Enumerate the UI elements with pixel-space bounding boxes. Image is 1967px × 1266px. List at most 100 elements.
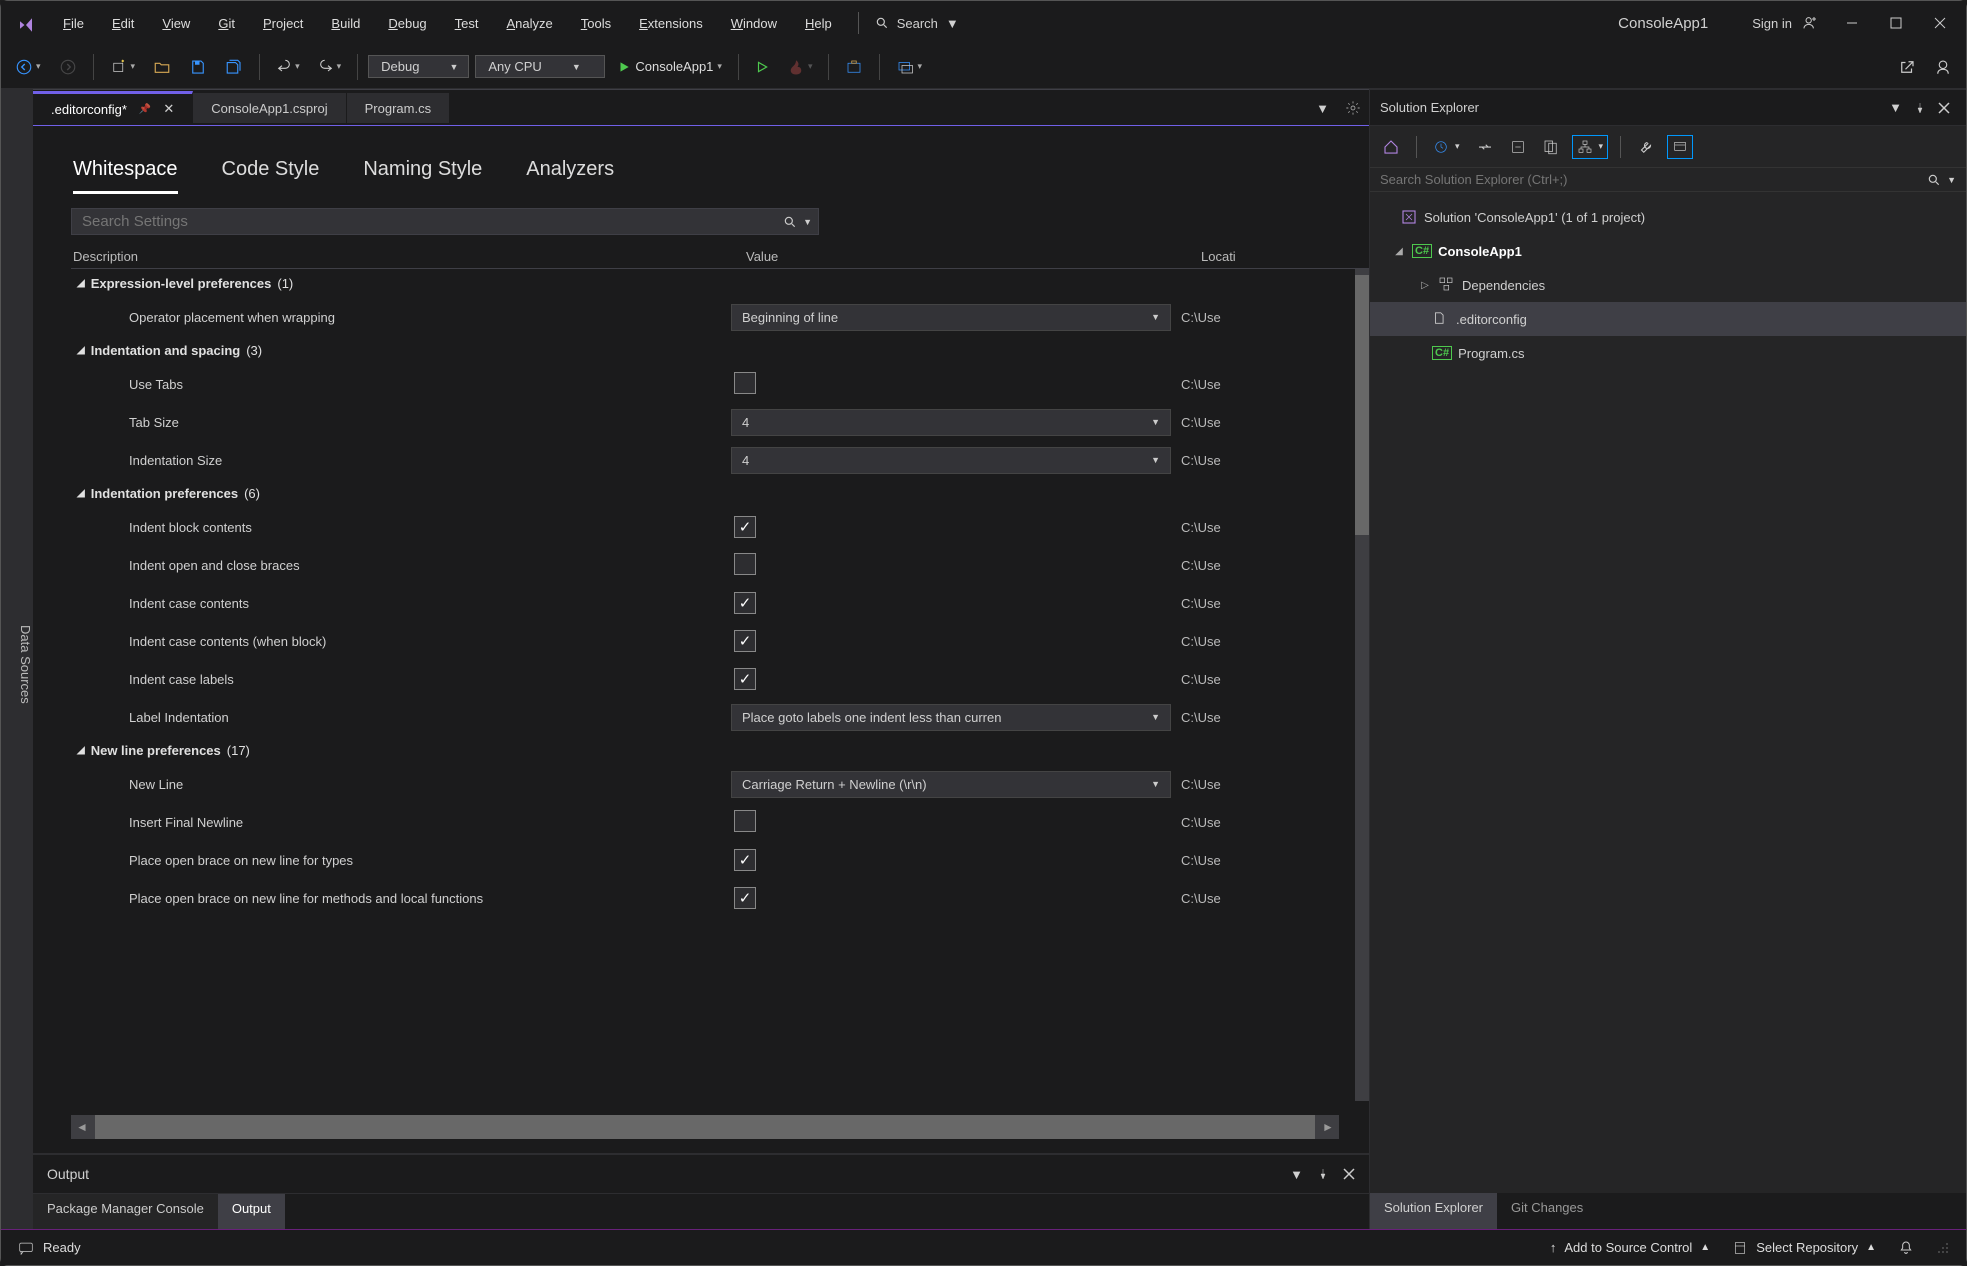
live-share-button[interactable]: ▾ — [890, 54, 928, 80]
tree-file-editorconfig[interactable]: .editorconfig — [1370, 302, 1966, 336]
menu-build[interactable]: Build — [317, 10, 374, 37]
sign-in-button[interactable]: Sign in — [1742, 11, 1828, 35]
menu-help[interactable]: Help — [791, 10, 846, 37]
minimize-button[interactable] — [1832, 9, 1872, 37]
save-button[interactable] — [183, 54, 213, 80]
close-button[interactable] — [1920, 9, 1960, 37]
value-dropdown[interactable]: Beginning of line▼ — [731, 304, 1171, 331]
search-settings-input[interactable]: ▼ — [71, 208, 819, 235]
value-dropdown[interactable]: 4▼ — [731, 409, 1171, 436]
start-wo-debug-button[interactable] — [749, 56, 775, 78]
doc-tab[interactable]: ConsoleApp1.csproj — [193, 93, 346, 123]
tree-dependencies-node[interactable]: ▷ Dependencies — [1370, 268, 1966, 302]
ec-tab-analyzers[interactable]: Analyzers — [526, 154, 614, 194]
title-search[interactable]: Search ▼ — [850, 8, 967, 38]
hot-reload-button[interactable]: ▾ — [781, 54, 819, 80]
expand-icon[interactable]: ◢ — [1392, 246, 1406, 257]
menu-tools[interactable]: Tools — [567, 10, 625, 37]
value-checkbox[interactable] — [734, 553, 756, 575]
settings-group-header[interactable]: ◢New line preferences (17) — [71, 736, 1355, 765]
status-repository[interactable]: Select Repository▲ — [1732, 1240, 1876, 1256]
value-dropdown[interactable]: Place goto labels one indent less than c… — [731, 704, 1171, 731]
sol-preview-button[interactable]: ▾ — [1572, 135, 1609, 159]
share-button[interactable] — [1892, 54, 1922, 80]
menu-git[interactable]: Git — [204, 10, 249, 37]
menu-analyze[interactable]: Analyze — [493, 10, 567, 37]
panel-tab[interactable]: Package Manager Console — [33, 1194, 218, 1229]
sol-close-button[interactable] — [1932, 98, 1956, 118]
sol-preview-selected-button[interactable] — [1667, 135, 1693, 159]
menu-edit[interactable]: Edit — [98, 10, 148, 37]
sol-show-all-button[interactable] — [1538, 134, 1564, 160]
menu-test[interactable]: Test — [441, 10, 493, 37]
maximize-button[interactable] — [1876, 9, 1916, 37]
value-dropdown[interactable]: Carriage Return + Newline (\r\n)▼ — [731, 771, 1171, 798]
ec-tab-code-style[interactable]: Code Style — [222, 154, 320, 194]
panel-tab[interactable]: Output — [218, 1194, 285, 1229]
output-close-button[interactable] — [1343, 1168, 1355, 1180]
settings-group-header[interactable]: ◢Indentation and spacing (3) — [71, 336, 1355, 365]
open-button[interactable] — [147, 54, 177, 80]
menu-extensions[interactable]: Extensions — [625, 10, 717, 37]
sol-pin-button[interactable] — [1908, 98, 1932, 118]
right-panel-tab[interactable]: Solution Explorer — [1370, 1193, 1497, 1229]
sol-pending-button[interactable]: ▾ — [1429, 135, 1464, 159]
value-checkbox[interactable] — [734, 630, 756, 652]
value-checkbox[interactable] — [734, 887, 756, 909]
tree-solution-node[interactable]: Solution 'ConsoleApp1' (1 of 1 project) — [1370, 200, 1966, 234]
settings-group-header[interactable]: ◢Expression-level preferences (1) — [71, 269, 1355, 298]
redo-button[interactable]: ▾ — [312, 55, 348, 79]
tabs-dropdown-button[interactable]: ▼ — [1308, 95, 1337, 122]
status-notifications[interactable] — [1898, 1239, 1914, 1257]
settings-group-header[interactable]: ◢Indentation preferences (6) — [71, 479, 1355, 508]
right-panel-tab[interactable]: Git Changes — [1497, 1193, 1597, 1229]
status-source-control[interactable]: ↑Add to Source Control▲ — [1550, 1240, 1710, 1255]
nav-back-button[interactable]: ▾ — [9, 54, 47, 80]
value-checkbox[interactable] — [734, 592, 756, 614]
start-debug-button[interactable]: ConsoleApp1▾ — [611, 55, 728, 78]
platform-dropdown[interactable]: Any CPU▼ — [475, 55, 605, 78]
col-location[interactable]: Locati — [1201, 249, 1369, 264]
value-checkbox[interactable] — [734, 668, 756, 690]
ec-tab-naming-style[interactable]: Naming Style — [363, 154, 482, 194]
undo-button[interactable]: ▾ — [270, 55, 306, 79]
vertical-scrollbar[interactable] — [1353, 269, 1369, 1101]
col-description[interactable]: Description — [71, 249, 746, 264]
close-icon[interactable]: ✕ — [163, 101, 174, 117]
feedback-button[interactable] — [1928, 54, 1958, 80]
side-tab-data-sources[interactable]: Data Sources — [1, 89, 33, 1229]
value-checkbox[interactable] — [734, 849, 756, 871]
doc-tab[interactable]: Program.cs — [347, 93, 450, 123]
sol-view-dropdown[interactable]: ▼ — [1883, 96, 1908, 119]
sol-collapse-button[interactable] — [1506, 135, 1530, 159]
toolbox-button[interactable] — [839, 54, 869, 80]
value-checkbox[interactable] — [734, 516, 756, 538]
menu-file[interactable]: File — [49, 10, 98, 37]
tabs-settings-button[interactable] — [1337, 94, 1369, 122]
menu-debug[interactable]: Debug — [374, 10, 440, 37]
tree-file-program[interactable]: C# Program.cs — [1370, 336, 1966, 370]
doc-tab[interactable]: .editorconfig*📌✕ — [33, 91, 193, 123]
nav-forward-button[interactable] — [53, 54, 83, 80]
sol-properties-button[interactable] — [1633, 134, 1659, 160]
sol-home-button[interactable] — [1378, 134, 1404, 160]
col-value[interactable]: Value — [746, 249, 1201, 264]
sol-sync-button[interactable] — [1472, 134, 1498, 160]
solution-search-input[interactable]: ▼ — [1370, 167, 1966, 192]
menu-window[interactable]: Window — [717, 10, 791, 37]
output-dropdown-button[interactable]: ▼ — [1290, 1167, 1303, 1182]
new-project-button[interactable]: ▾ — [104, 54, 142, 80]
status-resize-grip[interactable] — [1936, 1241, 1950, 1255]
value-checkbox[interactable] — [734, 810, 756, 832]
menu-project[interactable]: Project — [249, 10, 317, 37]
output-pin-button[interactable] — [1317, 1168, 1329, 1180]
horizontal-scrollbar[interactable]: ◄► — [71, 1115, 1339, 1139]
ec-tab-whitespace[interactable]: Whitespace — [73, 154, 178, 194]
value-dropdown[interactable]: 4▼ — [731, 447, 1171, 474]
expand-icon[interactable]: ▷ — [1418, 280, 1432, 291]
menu-view[interactable]: View — [148, 10, 204, 37]
configuration-dropdown[interactable]: Debug▼ — [368, 55, 469, 78]
pin-icon[interactable]: 📌 — [139, 104, 151, 115]
value-checkbox[interactable] — [734, 372, 756, 394]
tree-project-node[interactable]: ◢ C# ConsoleApp1 — [1370, 234, 1966, 268]
